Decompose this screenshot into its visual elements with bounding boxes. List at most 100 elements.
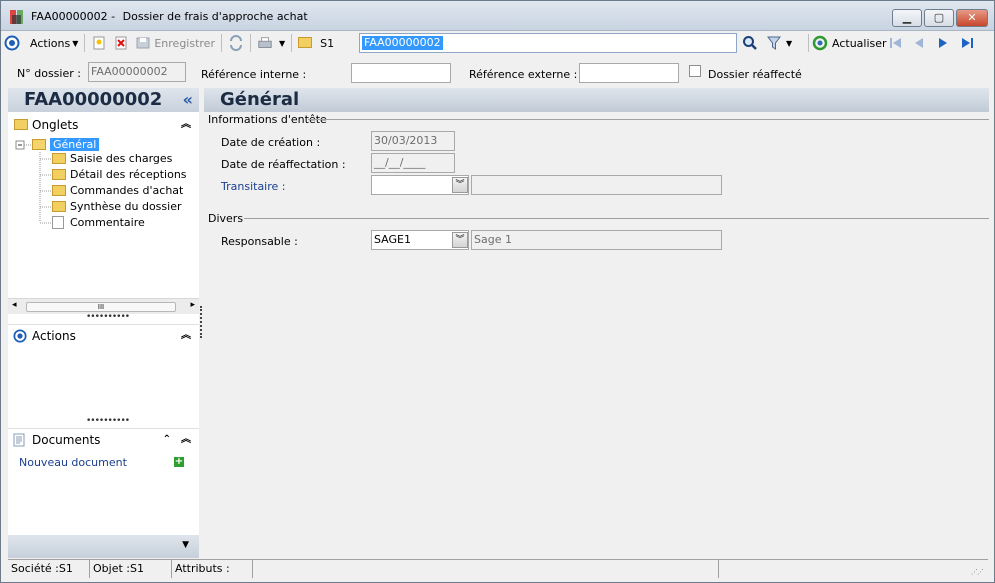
- dossier-label: N° dossier :: [17, 67, 81, 80]
- maximize-button[interactable]: ▢: [924, 9, 954, 27]
- tree-item-commentaire[interactable]: Commentaire: [52, 215, 145, 230]
- toolbar-separator: [84, 34, 86, 52]
- date-reaffectation-field[interactable]: __/__/____: [371, 153, 455, 173]
- vertical-splitter[interactable]: [200, 306, 202, 338]
- ref-externe-field[interactable]: [579, 63, 679, 83]
- reaffecte-checkbox[interactable]: [689, 65, 701, 77]
- tree-item-label: Général: [50, 138, 100, 151]
- tree-item-commandes-achat[interactable]: Commandes d'achat: [52, 184, 183, 198]
- search-value: FAA00000002: [362, 36, 443, 50]
- tree-item-label: Synthèse du dossier: [70, 200, 182, 213]
- collapse-section-icon[interactable]: ︽: [181, 114, 191, 136]
- new-button[interactable]: [88, 32, 110, 54]
- search-input[interactable]: FAA00000002: [359, 33, 737, 53]
- splitter-grip[interactable]: ••••••••••: [86, 416, 130, 426]
- actions-label: Actions: [30, 36, 71, 50]
- responsable-dropdown-button[interactable]: ︾: [452, 232, 468, 248]
- window-title-code: FAA00000002 -: [31, 10, 116, 23]
- scrollbar-thumb[interactable]: III: [26, 302, 176, 312]
- date-creation-field[interactable]: 30/03/2013: [371, 131, 455, 151]
- new-document-link[interactable]: Nouveau document: [19, 456, 127, 469]
- ref-externe-label: Référence externe :: [469, 68, 578, 81]
- ref-interne-field[interactable]: [351, 63, 451, 83]
- status-objet: Objet :S1: [90, 560, 172, 578]
- tree-item-synthese-dossier[interactable]: Synthèse du dossier: [52, 200, 181, 214]
- documents-header[interactable]: Documents ⌃ ︽: [8, 428, 199, 450]
- tree-item-detail-receptions[interactable]: Détail des réceptions: [52, 168, 187, 182]
- app-icon: [10, 10, 23, 24]
- actions-title: Actions: [32, 329, 76, 343]
- folder-icon: [52, 168, 66, 180]
- collapse-section-icon[interactable]: ︽: [181, 429, 191, 451]
- title-bar: FAA00000002 - Dossier de frais d'approch…: [1, 1, 994, 31]
- splitter-grip[interactable]: ••••••••••: [86, 312, 130, 322]
- folder-icon: [14, 119, 28, 130]
- refresh-icon: [812, 35, 828, 51]
- first-icon: [890, 38, 901, 48]
- actions-icon: [13, 329, 27, 343]
- scroll-right-icon[interactable]: ▸: [190, 300, 195, 310]
- next-record-button[interactable]: [932, 32, 954, 54]
- window-title: FAA00000002 - Dossier de frais d'approch…: [31, 10, 308, 23]
- close-icon: ✕: [967, 11, 977, 24]
- collapse-section-icon[interactable]: ︽: [181, 325, 191, 347]
- scroll-grip: III: [97, 303, 105, 311]
- transitaire-dropdown-button[interactable]: ︾: [452, 177, 468, 193]
- date-creation-value: 30/03/2013: [374, 134, 438, 147]
- search-button[interactable]: [739, 32, 761, 54]
- last-record-button[interactable]: [956, 32, 978, 54]
- responsable-name: Sage 1: [474, 233, 512, 246]
- add-document-icon[interactable]: +: [174, 457, 184, 467]
- chevron-up-icon[interactable]: ⌃: [163, 429, 171, 451]
- print-button[interactable]: ▼: [254, 32, 288, 54]
- tree-item-label: Saisie des charges: [70, 152, 173, 165]
- tree-item-label: Détail des réceptions: [70, 168, 187, 181]
- onglets-title: Onglets: [32, 118, 79, 132]
- minimize-button[interactable]: ▁: [892, 9, 922, 27]
- main-pane: Général Informations d'entête Date de cr…: [204, 88, 989, 558]
- status-attributs-text: Attributs :: [175, 562, 230, 575]
- scroll-left-icon[interactable]: ◂: [12, 300, 17, 310]
- delete-button[interactable]: [110, 32, 132, 54]
- chevron-down-icon: ▼: [72, 38, 79, 48]
- new-document-label: Nouveau document: [19, 456, 127, 469]
- folder-open-icon: [32, 138, 46, 150]
- dossier-field[interactable]: FAA00000002: [88, 62, 186, 82]
- refresh-button[interactable]: Actualiser: [809, 32, 890, 54]
- responsable-value: SAGE1: [374, 233, 411, 246]
- date-reaffectation-label: Date de réaffectation :: [221, 158, 346, 171]
- toolbar-separator: [249, 34, 251, 52]
- onglets-header[interactable]: Onglets ︽: [8, 114, 199, 136]
- previous-icon: [915, 38, 923, 48]
- tree-item-label: Commandes d'achat: [70, 184, 184, 197]
- refresh-label: Actualiser: [832, 36, 887, 50]
- tree-item-label: Commentaire: [70, 216, 145, 229]
- collapse-pane-icon[interactable]: «: [183, 88, 193, 112]
- tree-item-saisie-charges[interactable]: Saisie des charges: [52, 152, 172, 166]
- previous-record-button[interactable]: [908, 32, 930, 54]
- toolbar-separator: [220, 34, 222, 52]
- folder-button[interactable]: S1: [295, 32, 337, 54]
- window-title-text: Dossier de frais d'approche achat: [122, 10, 308, 23]
- actions-header[interactable]: Actions ︽: [8, 324, 199, 346]
- close-button[interactable]: ✕: [956, 9, 988, 27]
- resize-grip-icon[interactable]: ⋰⋰: [971, 564, 984, 581]
- sync-button[interactable]: [225, 32, 247, 54]
- window-controls: ▁ ▢ ✕: [890, 9, 988, 27]
- transitaire-label[interactable]: Transitaire :: [221, 180, 286, 193]
- delete-icon: [115, 36, 127, 50]
- first-record-button[interactable]: [885, 32, 907, 54]
- save-button[interactable]: Enregistrer: [132, 32, 218, 54]
- chevron-down-icon: ▼: [278, 38, 286, 48]
- status-societe-text: Société :S1: [11, 562, 73, 575]
- chevron-down-icon[interactable]: ▼: [182, 540, 189, 550]
- tree-item-general[interactable]: Général: [32, 138, 100, 152]
- actions-menu-button[interactable]: Actions ▼: [1, 32, 81, 54]
- folder-icon: [298, 36, 313, 48]
- toolbar-separator: [291, 34, 293, 52]
- left-pane: FAA00000002 « Onglets ︽ Général Saisie d…: [8, 88, 199, 558]
- next-icon: [939, 38, 947, 48]
- left-pane-footer: ▼: [8, 535, 199, 558]
- filter-button[interactable]: ▼: [763, 32, 795, 54]
- status-societe: Société :S1: [8, 560, 90, 578]
